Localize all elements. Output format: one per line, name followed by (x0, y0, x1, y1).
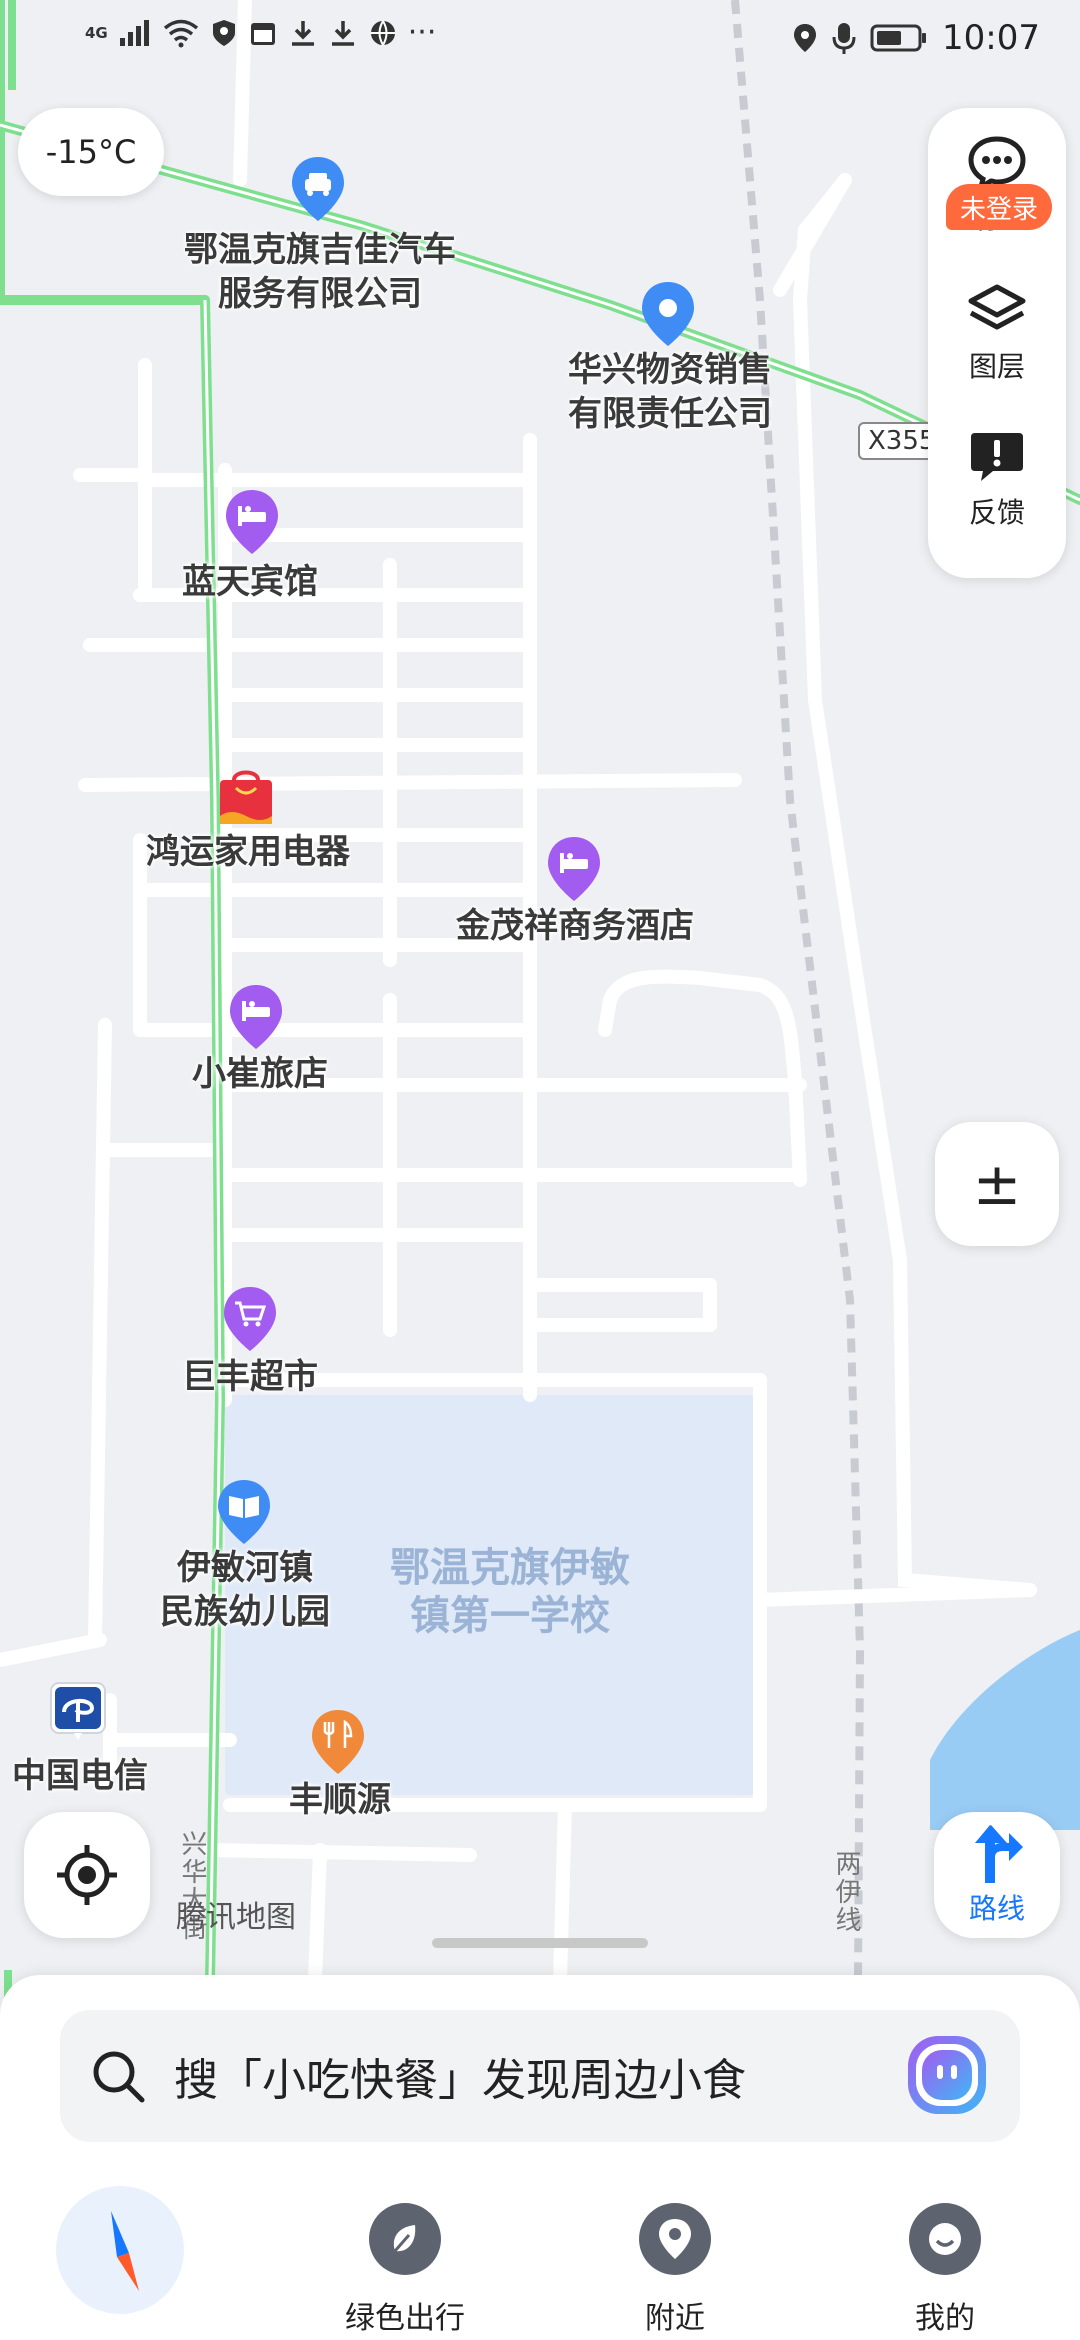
compass-logo-icon (56, 2186, 184, 2314)
nav-mine[interactable]: 我的 (845, 2165, 1045, 2340)
map-provider-watermark: 腾讯地图 (176, 1900, 296, 1935)
poi-kindergarten-line2: 民族幼儿园 (160, 1592, 330, 1632)
route-arrow-icon (975, 1825, 1023, 1883)
download-icon (331, 21, 354, 46)
clock: 10:07 (942, 18, 1040, 58)
search-bar[interactable]: 搜「小吃快餐」发现周边小食 (60, 2010, 1020, 2142)
poi-business-hotel[interactable]: 金茂祥商务酒店 (430, 904, 720, 948)
book-pin-icon[interactable] (216, 1478, 272, 1548)
battery-icon (870, 24, 927, 52)
poi-restaurant[interactable]: 丰顺源 (250, 1778, 430, 1822)
poi-supermarket[interactable]: 巨丰超市 (150, 1355, 350, 1399)
poi-car-company-line1: 鄂温克旗吉佳汽车 (184, 230, 456, 270)
restaurant-pin-icon[interactable] (310, 1708, 366, 1778)
poi-school-line2: 镇第一学校 (410, 1593, 610, 1639)
location-pin-icon[interactable] (640, 280, 696, 350)
nav-compass-home[interactable] (20, 2165, 220, 2340)
poi-material-company-line2: 有限责任公司 (568, 394, 772, 434)
nav-nearby[interactable]: 附近 (575, 2165, 775, 2340)
zoom-button[interactable]: ± (935, 1122, 1059, 1246)
search-placeholder: 搜「小吃快餐」发现周边小食 (174, 2055, 746, 2106)
weather-temperature-chip[interactable]: -15°C (18, 108, 164, 196)
route-button[interactable]: 路线 (934, 1812, 1060, 1938)
crosshair-icon (57, 1845, 117, 1905)
poi-school[interactable]: 鄂温克旗伊敏 镇第一学校 (340, 1544, 680, 1640)
map-toolbar: 消息 图层 反馈 (928, 108, 1066, 578)
temperature-text: -15°C (45, 133, 137, 171)
message-bubble-icon (968, 136, 1026, 191)
microphone-icon (832, 23, 856, 54)
shopping-bag-pin-icon[interactable] (216, 766, 276, 828)
telecom-logo-icon[interactable] (48, 1680, 108, 1742)
layers-icon (968, 284, 1026, 330)
bottom-sheet: 搜「小吃快餐」发现周边小食 绿色出行 附近 我的 (0, 1975, 1080, 2340)
poi-car-company[interactable]: 鄂温克旗吉佳汽车 服务有限公司 (170, 228, 470, 316)
feedback-icon (971, 433, 1023, 481)
bottom-nav: 绿色出行 附近 我的 (0, 2165, 1080, 2340)
poi-car-company-line2: 服务有限公司 (218, 274, 422, 314)
not-logged-in-badge: 未登录 (946, 184, 1053, 230)
nav-mine-label: 我的 (915, 2301, 975, 2336)
leaf-icon (369, 2203, 441, 2275)
nav-green-travel[interactable]: 绿色出行 (305, 2165, 505, 2340)
hotel-pin-icon[interactable] (228, 983, 284, 1053)
hotel-pin-icon[interactable] (546, 835, 602, 905)
shopping-cart-pin-icon[interactable] (222, 1285, 278, 1355)
ai-assistant-icon[interactable] (904, 2032, 990, 2118)
signal-icon (119, 20, 149, 46)
calendar-icon (250, 23, 275, 45)
more-icon: ··· (407, 15, 437, 50)
feedback-label: 反馈 (968, 496, 1025, 529)
feedback-button[interactable]: 反馈 (928, 410, 1066, 550)
nav-nearby-label: 附近 (645, 2301, 705, 2336)
profile-smile-icon (909, 2203, 981, 2275)
poi-material-company-line1: 华兴物资销售 (568, 350, 772, 390)
network-type: 4G (85, 24, 108, 42)
poi-kindergarten-line1: 伊敏河镇 (177, 1548, 313, 1588)
poi-school-line1: 鄂温克旗伊敏 (390, 1545, 630, 1591)
zoom-label: ± (972, 1150, 1022, 1218)
basketball-icon (370, 20, 395, 46)
hotel-pin-icon[interactable] (224, 488, 280, 558)
route-label: 路线 (968, 1892, 1025, 1925)
wifi-icon (163, 19, 198, 48)
search-icon (93, 2051, 145, 2103)
layers-label: 图层 (968, 350, 1025, 383)
status-left-icons: 4G ··· (85, 18, 436, 48)
location-icon (794, 24, 817, 52)
poi-telecom[interactable]: 中国电信 (0, 1754, 160, 1798)
poi-kindergarten[interactable]: 伊敏河镇 民族幼儿园 (130, 1546, 360, 1634)
status-bar: 4G ··· 10:07 (0, 0, 1080, 80)
my-location-button[interactable] (24, 1812, 150, 1938)
nearby-pin-icon (639, 2203, 711, 2275)
status-right-icons: 10:07 (792, 18, 1040, 58)
shield-icon (212, 20, 235, 46)
car-service-pin-icon[interactable] (290, 155, 346, 225)
poi-appliance-store[interactable]: 鸿运家用电器 (118, 830, 378, 874)
nav-green-travel-label: 绿色出行 (345, 2301, 465, 2336)
poi-hotel-lantian[interactable]: 蓝天宾馆 (150, 560, 350, 604)
poi-material-company[interactable]: 华兴物资销售 有限责任公司 (555, 348, 785, 436)
sheet-drag-handle[interactable] (432, 1938, 648, 1948)
download-icon (291, 21, 314, 46)
poi-inn-xiaocui[interactable]: 小崔旅店 (160, 1052, 360, 1096)
layers-button[interactable]: 图层 (928, 264, 1066, 404)
road-label-liangyi: 两伊线 (831, 1850, 861, 1934)
